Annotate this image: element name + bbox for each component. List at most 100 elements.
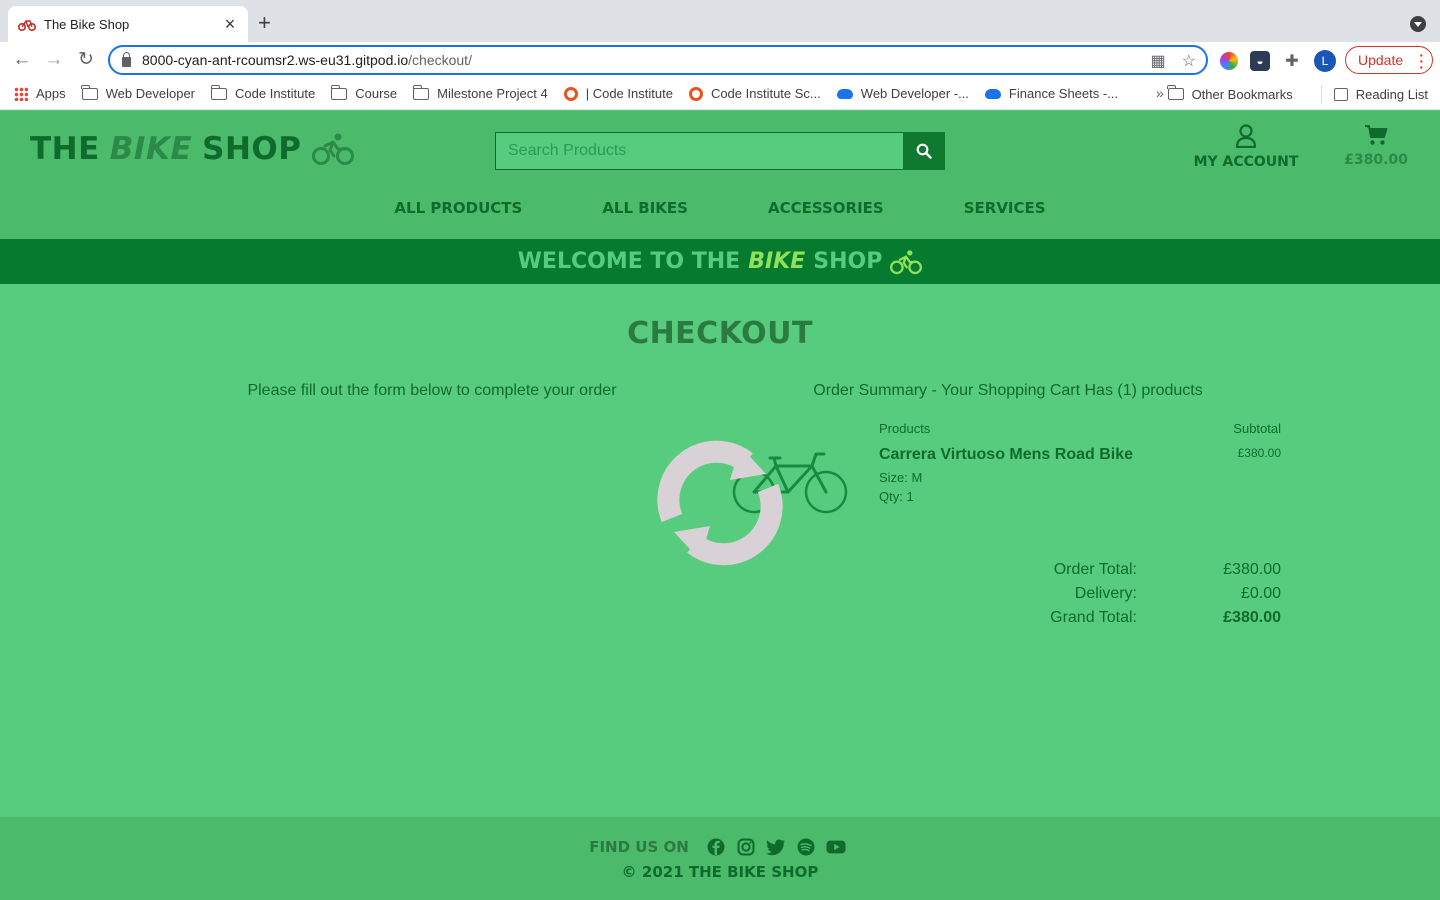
- address-bar[interactable]: 8000-cyan-ant-rcoumsr2.ws-eu31.gitpod.io…: [108, 45, 1208, 75]
- update-label: Update: [1358, 52, 1404, 68]
- nav-all-products[interactable]: ALL PRODUCTS: [394, 199, 522, 217]
- logo-bike: BIKE: [109, 131, 193, 167]
- order-total-label: Order Total:: [1053, 561, 1137, 578]
- bookmark-item[interactable]: | Code Institute: [563, 86, 673, 101]
- bookmark-item[interactable]: Milestone Project 4: [412, 84, 548, 101]
- folder-icon: [412, 84, 430, 100]
- bookmark-star-icon[interactable]: ☆: [1182, 51, 1196, 71]
- url-host: 8000-cyan-ant-rcoumsr2.ws-eu31.gitpod.io: [142, 52, 409, 68]
- folder-icon: [330, 84, 348, 100]
- search-bar: [495, 132, 945, 170]
- reading-list[interactable]: Reading List: [1333, 86, 1428, 102]
- folder-icon: [81, 84, 98, 100]
- nav-services[interactable]: SERVICES: [964, 199, 1046, 217]
- find-us-label: FIND US ON: [589, 838, 689, 856]
- bookmark-label: Course: [355, 86, 398, 101]
- page-title: CHECKOUT: [627, 316, 813, 351]
- menu-dots-icon: · · ·: [1419, 47, 1424, 75]
- screen-extension-icon[interactable]: ◒: [1250, 51, 1270, 71]
- cart-icon: [1365, 125, 1388, 145]
- cyclist-icon: [311, 133, 354, 165]
- banner-pre: WELCOME TO THE: [517, 249, 741, 274]
- bookmark-label: Finance Sheets -...: [1008, 86, 1119, 101]
- cloud-icon: [984, 88, 1001, 99]
- cart-item-qty: Qty: 1: [879, 489, 914, 504]
- folder-icon: [210, 84, 228, 100]
- site-footer: FIND US ON © 2021 THE BIKE SHOP: [0, 817, 1440, 900]
- order-total-row: Order Total: £380.00: [990, 558, 1281, 582]
- bookmark-label: Web Developer -...: [860, 86, 969, 101]
- browser-toolbar: ← → ↻ 8000-cyan-ant-rcoumsr2.ws-eu31.git…: [0, 42, 1440, 78]
- profile-avatar[interactable]: L: [1314, 50, 1336, 72]
- search-icon: [916, 143, 932, 159]
- browser-tabbar: The Bike Shop × +: [0, 0, 1440, 42]
- order-summary-heading: Order Summary - Your Shopping Cart Has (…: [813, 382, 1203, 399]
- youtube-icon[interactable]: [826, 837, 846, 857]
- social-links: FIND US ON: [0, 837, 1440, 857]
- subtotal-column-header: Subtotal: [1233, 421, 1281, 436]
- spotify-icon[interactable]: [796, 837, 816, 857]
- bookmark-label: Web Developer: [105, 86, 196, 101]
- site-logo[interactable]: THE BIKE SHOP: [30, 131, 354, 167]
- browser-tab[interactable]: The Bike Shop ×: [8, 6, 248, 42]
- apps-icon: [14, 86, 28, 101]
- folder-icon: [1167, 85, 1184, 100]
- tab-close-icon[interactable]: ×: [222, 15, 238, 33]
- delivery-value: £0.00: [1240, 585, 1281, 602]
- twitter-icon[interactable]: [765, 837, 786, 857]
- cloud-icon: [836, 88, 853, 99]
- forward-icon[interactable]: →: [42, 48, 66, 72]
- bike-favicon-icon: [18, 20, 36, 31]
- cart-link[interactable]: £380.00: [1340, 124, 1412, 168]
- bookmark-label: Milestone Project 4: [437, 86, 548, 101]
- new-tab-icon[interactable]: +: [258, 12, 271, 34]
- bookmark-label: Code Institute Sc...: [710, 86, 821, 101]
- bookmark-item[interactable]: Web Developer: [81, 84, 196, 101]
- bookmark-item[interactable]: Apps: [14, 86, 66, 101]
- delivery-row: Delivery: £0.00: [990, 582, 1281, 606]
- color-picker-extension-icon[interactable]: [1220, 52, 1238, 70]
- user-icon: [1235, 124, 1257, 148]
- cart-item-name: Carrera Virtuoso Mens Road Bike: [879, 446, 1134, 463]
- bookmark-item[interactable]: Finance Sheets -...: [984, 86, 1119, 101]
- reload-icon[interactable]: ↻: [74, 48, 98, 72]
- delivery-label: Delivery:: [1074, 585, 1137, 602]
- cart-item-size: Size: M: [879, 470, 923, 485]
- grand-total-value: £380.00: [1223, 609, 1281, 626]
- bookmark-label: Apps: [36, 86, 66, 101]
- update-button[interactable]: Update · · ·: [1345, 46, 1433, 74]
- ring-icon: [688, 86, 703, 101]
- cyclist-icon: [890, 249, 923, 274]
- bookmark-item[interactable]: Code Institute: [210, 84, 316, 101]
- cart-item-price: £380.00: [1237, 446, 1281, 460]
- bookmark-item[interactable]: Course: [330, 84, 398, 101]
- my-account-label: MY ACCOUNT: [1193, 154, 1299, 170]
- search-input[interactable]: [495, 132, 903, 170]
- url-path: /checkout/: [408, 52, 472, 68]
- reading-list-icon: [1333, 87, 1348, 101]
- main-nav: ALL PRODUCTS ALL BIKES ACCESSORIES SERVI…: [0, 199, 1440, 217]
- nav-accessories[interactable]: ACCESSORIES: [768, 199, 884, 217]
- bookmarks-overflow-icon[interactable]: »: [1156, 85, 1164, 101]
- banner-bike: BIKE: [748, 249, 806, 274]
- instagram-icon[interactable]: [736, 837, 756, 857]
- facebook-icon[interactable]: [706, 837, 726, 857]
- bookmark-item[interactable]: Web Developer -...: [836, 86, 969, 101]
- ring-icon: [563, 86, 578, 101]
- other-bookmarks[interactable]: Other Bookmarks: [1167, 85, 1293, 102]
- reading-list-label: Reading List: [1355, 86, 1428, 102]
- search-button[interactable]: [903, 132, 945, 170]
- nav-all-bikes[interactable]: ALL BIKES: [602, 199, 688, 217]
- my-account-link[interactable]: MY ACCOUNT: [1190, 124, 1302, 170]
- other-bookmarks-label: Other Bookmarks: [1191, 86, 1293, 102]
- extensions-puzzle-icon[interactable]: ✚: [1282, 51, 1302, 71]
- qr-code-icon[interactable]: ▦: [1151, 51, 1166, 71]
- form-intro-text: Please fill out the form below to comple…: [247, 382, 617, 399]
- bookmark-label: | Code Institute: [585, 86, 673, 101]
- tab-title: The Bike Shop: [44, 16, 130, 32]
- bookmark-item[interactable]: Code Institute Sc...: [688, 86, 821, 101]
- tab-search-icon[interactable]: [1410, 16, 1426, 32]
- back-icon[interactable]: ←: [10, 48, 34, 72]
- bookmark-label: Code Institute: [235, 86, 316, 101]
- order-total-value: £380.00: [1223, 561, 1281, 578]
